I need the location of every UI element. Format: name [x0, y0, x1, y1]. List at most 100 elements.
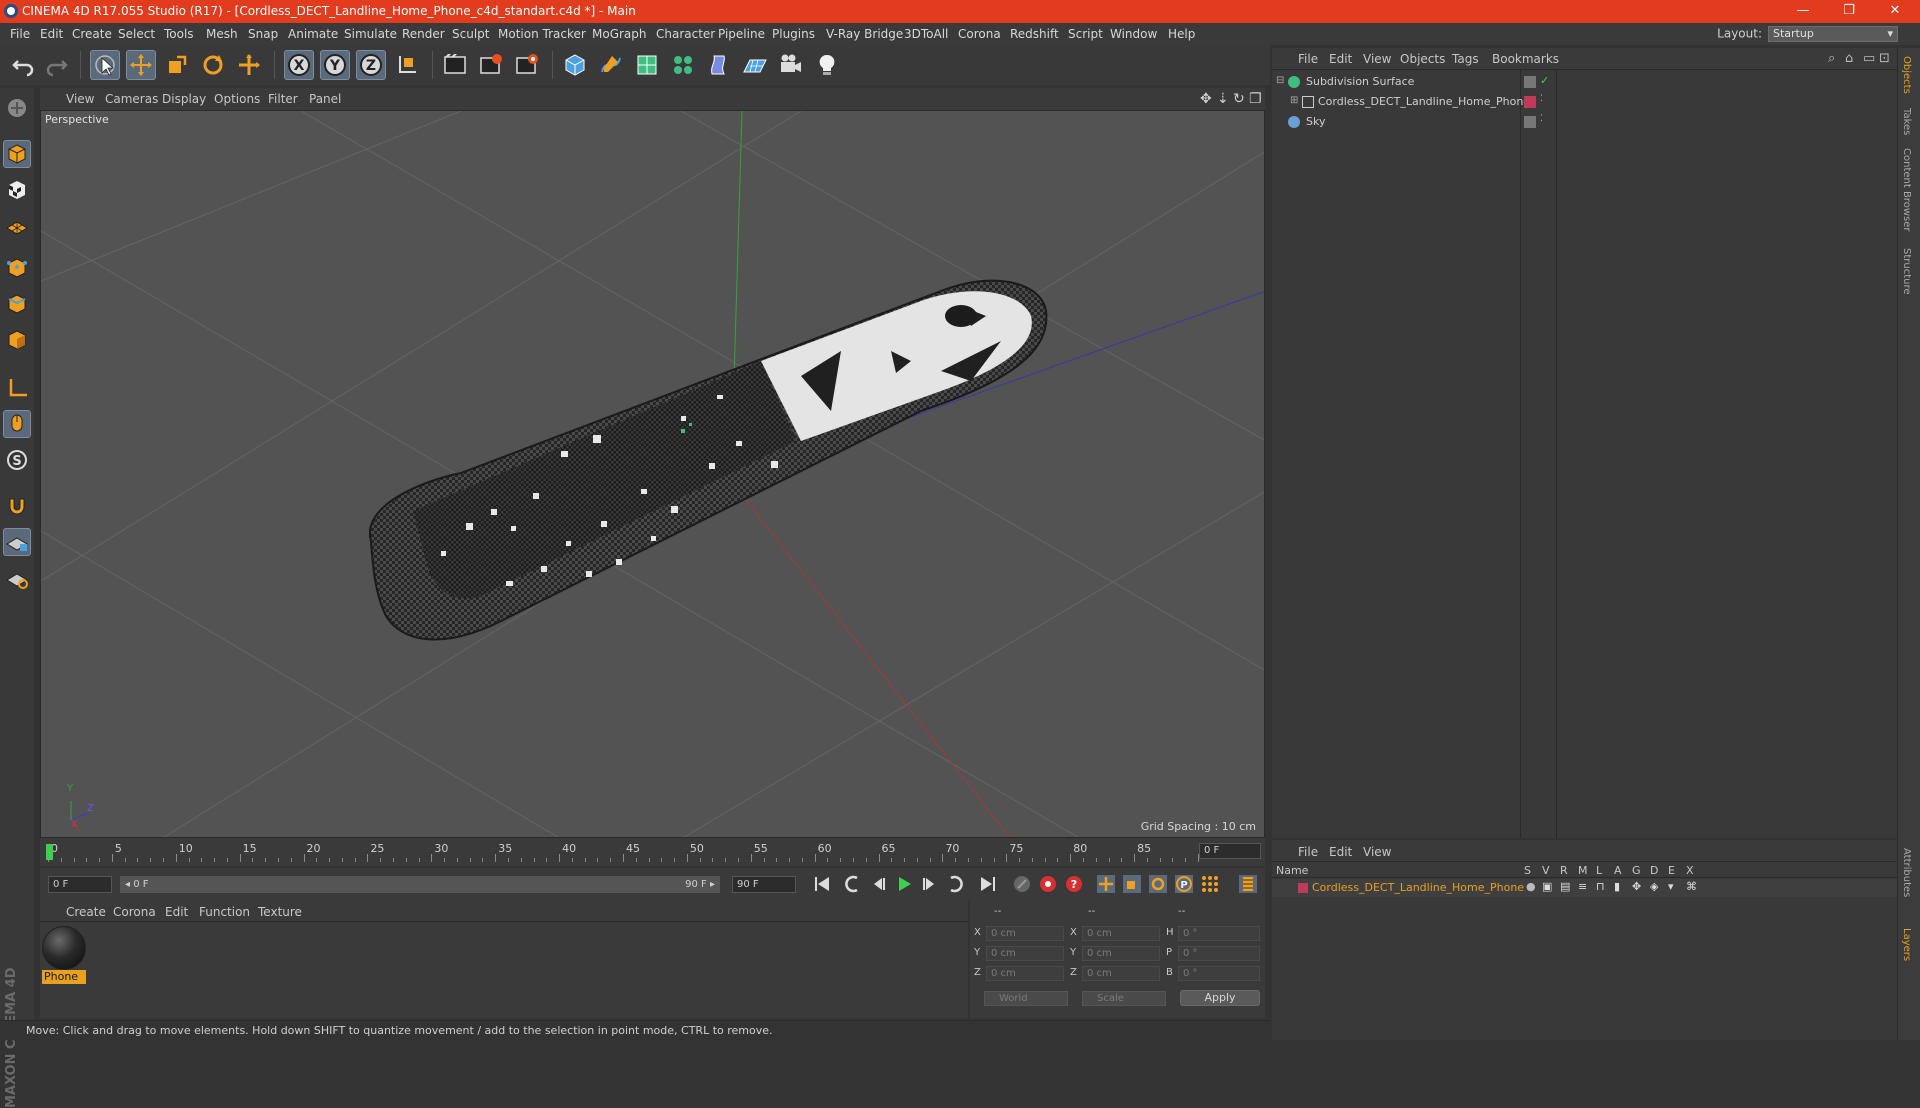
workplane-mode-icon[interactable]: [3, 212, 31, 240]
size-z-field[interactable]: 0 cm: [1082, 966, 1160, 981]
layer-col-manager[interactable]: M: [1578, 864, 1588, 877]
cloner-icon[interactable]: [668, 50, 698, 80]
layer-swatch-icon[interactable]: [1524, 96, 1536, 108]
collapse-toggle-icon[interactable]: ⊟: [1276, 75, 1284, 86]
menu-animate[interactable]: Animate: [288, 27, 338, 41]
tweak-mode-icon[interactable]: [3, 410, 31, 438]
menu-render[interactable]: Render: [402, 27, 445, 41]
menu-create[interactable]: Create: [72, 27, 112, 41]
tab-structure[interactable]: Structure: [1901, 248, 1912, 295]
obj-menu-edit[interactable]: Edit: [1329, 52, 1352, 66]
start-frame-field[interactable]: 0 F: [48, 876, 112, 893]
tab-takes[interactable]: Takes: [1901, 108, 1912, 135]
scale-tool-icon[interactable]: [162, 50, 192, 80]
menu-mesh[interactable]: Mesh: [206, 27, 238, 41]
position-z-field[interactable]: 0 cm: [986, 966, 1064, 981]
layer-col-deformers[interactable]: D: [1650, 864, 1658, 877]
obj-menu-tags[interactable]: Tags: [1452, 52, 1479, 66]
expand-toggle-icon[interactable]: ⊞: [1290, 95, 1298, 106]
layer-lock-icon[interactable]: ⊓: [1596, 880, 1605, 893]
enabled-check-icon[interactable]: ✓: [1540, 74, 1549, 87]
material-menu-function[interactable]: Function: [199, 905, 250, 919]
obj-maximize-icon[interactable]: ⊡: [1879, 51, 1890, 66]
layer-col-animation[interactable]: A: [1614, 864, 1622, 877]
frame-ruler[interactable]: 051015202530354045505560657075808590: [46, 842, 1215, 862]
coordinate-mode-dropdown[interactable]: World: [984, 991, 1068, 1006]
menu-corona[interactable]: Corona: [958, 27, 1001, 41]
workplane-lock-icon[interactable]: [3, 528, 31, 556]
layer-deformer-icon[interactable]: ◈: [1650, 880, 1658, 893]
undo-icon[interactable]: [8, 50, 38, 80]
obj-search-icon[interactable]: ⌕: [1828, 51, 1835, 66]
tab-content-browser[interactable]: Content Browser: [1901, 148, 1912, 231]
menu-vray-bridge[interactable]: V-Ray Bridge: [826, 27, 903, 41]
next-frame-icon[interactable]: [918, 873, 942, 895]
current-frame-field[interactable]: 0 F: [1199, 843, 1261, 859]
layer-menu-view[interactable]: View: [1363, 845, 1391, 859]
position-y-field[interactable]: 0 cm: [986, 946, 1064, 961]
cube-primitive-icon[interactable]: [560, 50, 590, 80]
tab-objects[interactable]: Objects: [1901, 56, 1912, 94]
tab-layers[interactable]: Layers: [1901, 928, 1912, 961]
timeline-ruler[interactable]: 051015202530354045505560657075808590 0 F: [40, 838, 1265, 866]
key-position-icon[interactable]: [1094, 873, 1118, 895]
menu-select[interactable]: Select: [118, 27, 155, 41]
z-axis-lock-icon[interactable]: Z: [356, 50, 386, 80]
obj-menu-file[interactable]: File: [1298, 52, 1318, 66]
key-rotation-icon[interactable]: [1146, 873, 1170, 895]
material-menu-texture[interactable]: Texture: [258, 905, 302, 919]
layer-xref-icon[interactable]: ⌘: [1686, 880, 1697, 893]
make-editable-icon[interactable]: [3, 94, 31, 122]
redo-icon[interactable]: [42, 50, 72, 80]
size-y-field[interactable]: 0 cm: [1082, 946, 1160, 961]
move-tool-icon[interactable]: [126, 50, 156, 80]
subdivision-surface-icon[interactable]: [632, 50, 662, 80]
layout-dropdown[interactable]: Startup: [1768, 26, 1898, 42]
previous-frame-icon[interactable]: [866, 873, 890, 895]
layer-swatch-icon[interactable]: [1524, 76, 1536, 88]
material-menu-edit[interactable]: Edit: [165, 905, 188, 919]
layer-color-swatch[interactable]: [1298, 883, 1308, 893]
layer-expression-icon[interactable]: ▾: [1668, 880, 1674, 893]
motion-record-icon[interactable]: [1010, 873, 1034, 895]
workplane-align-icon[interactable]: [3, 564, 31, 592]
maximize-button[interactable]: ❐: [1826, 0, 1872, 23]
object-row-subdivision[interactable]: ⊟ Subdivision Surface ✓: [1272, 72, 1897, 92]
rotate-tool-icon[interactable]: [198, 50, 228, 80]
menu-window[interactable]: Window: [1110, 27, 1157, 41]
visibility-dots-icon[interactable]: ⁚: [1540, 94, 1543, 104]
frame-range-slider[interactable]: ◂ 0 F 90 F ▸: [120, 876, 720, 893]
menu-motion-tracker[interactable]: Motion Tracker: [498, 27, 586, 41]
floor-icon[interactable]: [740, 50, 770, 80]
record-keys-icon[interactable]: [1036, 873, 1060, 895]
viewport-maximize-icon[interactable]: ❐: [1249, 91, 1262, 107]
end-frame-field[interactable]: 90 F: [732, 876, 796, 893]
menu-tools[interactable]: Tools: [164, 27, 194, 41]
camera-icon[interactable]: [776, 50, 806, 80]
points-mode-icon[interactable]: [3, 254, 31, 282]
obj-menu-objects[interactable]: Objects: [1400, 52, 1445, 66]
light-icon[interactable]: [812, 50, 842, 80]
layer-animation-icon[interactable]: ▮: [1614, 880, 1620, 893]
viewport-menu-options[interactable]: Options: [214, 92, 260, 106]
minimize-button[interactable]: —: [1780, 0, 1826, 23]
menu-character[interactable]: Character: [656, 27, 715, 41]
obj-menu-bookmarks[interactable]: Bookmarks: [1492, 52, 1559, 66]
previous-key-icon[interactable]: [840, 873, 864, 895]
snap-magnet-icon[interactable]: [3, 492, 31, 520]
apply-button[interactable]: Apply: [1180, 990, 1260, 1006]
menu-pipeline[interactable]: Pipeline: [718, 27, 765, 41]
go-to-start-icon[interactable]: [810, 873, 834, 895]
layer-render-icon[interactable]: ▤: [1560, 880, 1570, 893]
menu-help[interactable]: Help: [1168, 27, 1195, 41]
pen-spline-icon[interactable]: [596, 50, 626, 80]
object-row-phone[interactable]: ⊞ Cordless_DECT_Landline_Home_Phone ⁚: [1272, 92, 1897, 112]
x-axis-lock-icon[interactable]: X: [284, 50, 314, 80]
layer-solo-icon[interactable]: ●: [1526, 880, 1536, 893]
menu-edit[interactable]: Edit: [40, 27, 63, 41]
layer-swatch-icon[interactable]: [1524, 116, 1536, 128]
menu-snap[interactable]: Snap: [248, 27, 278, 41]
close-button[interactable]: ✕: [1872, 0, 1918, 23]
model-mode-icon[interactable]: [3, 140, 31, 168]
material-menu-create[interactable]: Create: [66, 905, 106, 919]
